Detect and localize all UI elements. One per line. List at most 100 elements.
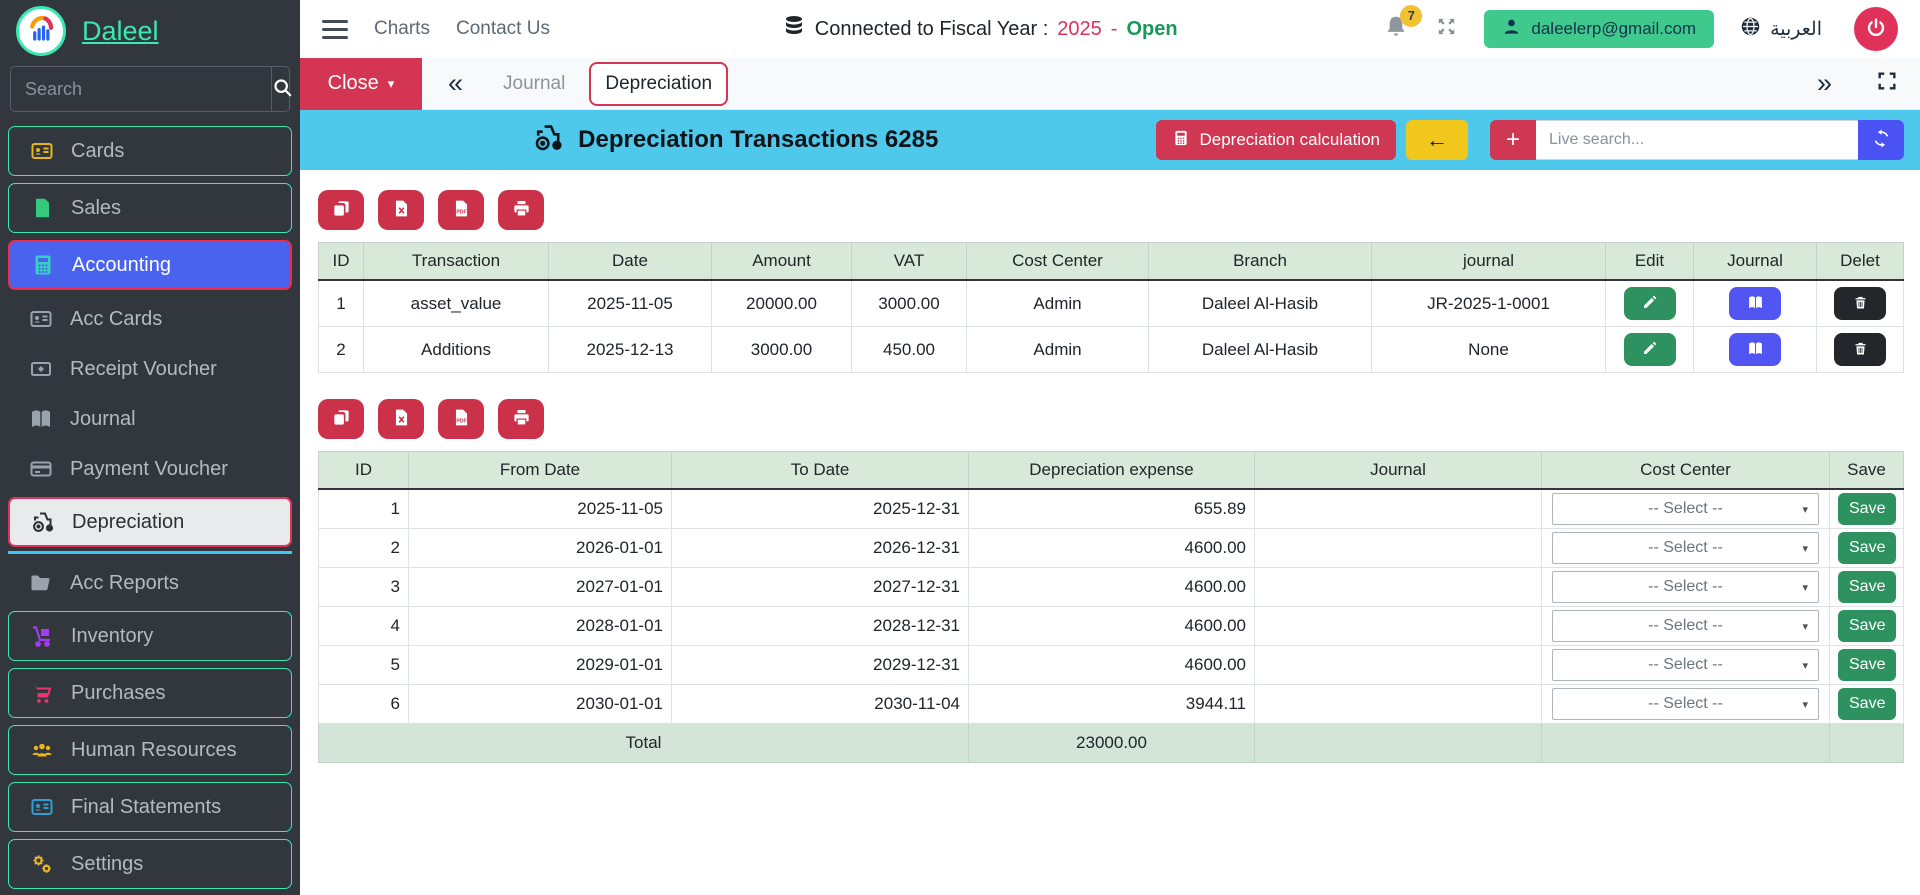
users-icon bbox=[29, 737, 55, 763]
sidebar-item-final-statements[interactable]: Final Statements bbox=[8, 782, 292, 832]
cell-from-date: 2025-11-05 bbox=[408, 488, 672, 529]
cell-id: 6 bbox=[318, 684, 409, 724]
sidebar-item-label: Acc Reports bbox=[70, 571, 179, 594]
caret-down-icon: ▾ bbox=[1802, 659, 1808, 672]
cell-expense: 4600.00 bbox=[968, 528, 1255, 568]
cost-center-select[interactable]: -- Select -- ▾ bbox=[1552, 532, 1819, 564]
excel-export-button[interactable] bbox=[378, 190, 424, 230]
sidebar-item-label: Receipt Voucher bbox=[70, 357, 217, 380]
edit-button[interactable] bbox=[1623, 287, 1676, 320]
journal-button[interactable] bbox=[1729, 287, 1781, 320]
caret-down-icon: ▾ bbox=[1802, 542, 1808, 555]
sidebar-item-label: Cards bbox=[71, 139, 125, 162]
expand-arrows-icon[interactable] bbox=[1435, 15, 1458, 43]
sidebar-item-sales[interactable]: $ Sales bbox=[8, 183, 292, 233]
pdf-export-button[interactable]: PDF bbox=[438, 399, 484, 439]
cell-transaction: asset_value bbox=[363, 279, 549, 327]
sidebar-search-input[interactable] bbox=[11, 67, 271, 111]
power-icon bbox=[1865, 17, 1887, 42]
sidebar-item-label: Purchases bbox=[71, 681, 166, 704]
globe-icon bbox=[1740, 16, 1761, 43]
refresh-icon bbox=[1872, 129, 1891, 151]
pencil-icon bbox=[1642, 340, 1658, 359]
cost-center-select[interactable]: -- Select -- ▾ bbox=[1552, 688, 1819, 720]
column-header: Amount bbox=[711, 242, 852, 281]
printer-icon bbox=[512, 199, 531, 221]
caret-down-icon: ▾ bbox=[1802, 503, 1808, 516]
chevron-double-right-icon[interactable]: » bbox=[1817, 70, 1832, 97]
tab-journal[interactable]: Journal bbox=[489, 64, 579, 104]
save-button[interactable]: Save bbox=[1838, 688, 1897, 720]
back-button[interactable]: ← bbox=[1406, 120, 1468, 160]
tab-depreciation[interactable]: Depreciation bbox=[589, 61, 729, 106]
close-dropdown-button[interactable]: Close ▾ bbox=[300, 57, 422, 110]
copy-button[interactable] bbox=[318, 190, 364, 230]
save-button[interactable]: Save bbox=[1838, 493, 1897, 525]
nav-link-contact-us[interactable]: Contact Us bbox=[456, 18, 550, 40]
add-button[interactable]: + bbox=[1490, 120, 1536, 160]
depreciation-calculation-button[interactable]: Depreciation calculation bbox=[1155, 120, 1396, 160]
cell-expense: 4600.00 bbox=[968, 606, 1255, 646]
hamburger-menu-icon[interactable] bbox=[322, 19, 348, 39]
logout-button[interactable] bbox=[1854, 7, 1898, 51]
cost-center-select[interactable]: -- Select -- ▾ bbox=[1552, 610, 1819, 642]
select-placeholder: -- Select -- bbox=[1648, 656, 1723, 673]
bell-icon bbox=[1383, 16, 1409, 44]
save-button[interactable]: Save bbox=[1838, 571, 1897, 603]
sidebar-search-button[interactable] bbox=[271, 67, 294, 111]
cost-center-select[interactable]: -- Select -- ▾ bbox=[1552, 571, 1819, 603]
plus-icon: + bbox=[1505, 126, 1520, 153]
journal-button[interactable] bbox=[1729, 333, 1781, 366]
sidebar-item-inventory[interactable]: Inventory bbox=[8, 611, 292, 661]
cell-journal: None bbox=[1371, 326, 1606, 373]
app-logo[interactable] bbox=[16, 6, 66, 56]
cell-vat: 450.00 bbox=[851, 326, 967, 373]
column-header: To Date bbox=[671, 451, 969, 490]
sidebar-item-payment-voucher[interactable]: Payment Voucher bbox=[8, 447, 292, 491]
sidebar-item-receipt-voucher[interactable]: Receipt Voucher bbox=[8, 347, 292, 391]
language-switcher[interactable]: العربية bbox=[1740, 16, 1822, 43]
brand-link[interactable]: Daleel bbox=[82, 16, 159, 47]
nav-link-charts[interactable]: Charts bbox=[374, 18, 430, 40]
sidebar-item-depreciation[interactable]: Depreciation bbox=[8, 497, 292, 547]
copy-button[interactable] bbox=[318, 399, 364, 439]
delete-button[interactable] bbox=[1834, 333, 1886, 366]
cost-center-select[interactable]: -- Select -- ▾ bbox=[1552, 493, 1819, 525]
sidebar-item-accounting[interactable]: Accounting bbox=[8, 240, 292, 290]
save-button[interactable]: Save bbox=[1838, 532, 1897, 564]
svg-text:$: $ bbox=[39, 203, 45, 215]
column-header: Edit bbox=[1605, 242, 1694, 281]
excel-export-button[interactable] bbox=[378, 399, 424, 439]
chevron-double-left-icon[interactable]: « bbox=[448, 70, 463, 97]
delete-button[interactable] bbox=[1834, 287, 1886, 320]
account-button[interactable]: daleelerp@gmail.com bbox=[1484, 10, 1715, 48]
sidebar-item-cards[interactable]: Cards bbox=[8, 126, 292, 176]
id-card-icon bbox=[28, 306, 54, 332]
page-header-actions: Depreciation calculation ← + bbox=[1155, 120, 1904, 160]
cost-center-select[interactable]: -- Select -- ▾ bbox=[1552, 649, 1819, 681]
sidebar-item-settings[interactable]: Settings bbox=[8, 839, 292, 889]
save-button[interactable]: Save bbox=[1838, 649, 1897, 681]
copy-icon bbox=[332, 408, 351, 430]
table-row: 1 2025-11-05 2025-12-31 655.89 -- Select… bbox=[318, 488, 1904, 529]
cell-cost-center: Admin bbox=[966, 326, 1149, 373]
edit-button[interactable] bbox=[1623, 333, 1676, 366]
notifications-button[interactable]: 7 bbox=[1383, 4, 1423, 45]
pdf-export-button[interactable]: PDF bbox=[438, 190, 484, 230]
refresh-button[interactable] bbox=[1858, 120, 1904, 160]
print-button[interactable] bbox=[498, 190, 544, 230]
sidebar-item-journal[interactable]: Journal bbox=[8, 397, 292, 441]
fullscreen-icon[interactable] bbox=[1876, 70, 1898, 97]
select-placeholder: -- Select -- bbox=[1648, 695, 1723, 712]
sidebar-item-human-resources[interactable]: Human Resources bbox=[8, 725, 292, 775]
cell-expense: 655.89 bbox=[968, 488, 1255, 529]
save-button[interactable]: Save bbox=[1838, 610, 1897, 642]
sidebar-item-acc-reports[interactable]: Acc Reports bbox=[8, 561, 292, 605]
print-button[interactable] bbox=[498, 399, 544, 439]
table-row: 2 Additions 2025-12-13 3000.00 450.00 Ad… bbox=[318, 326, 1904, 373]
sidebar-item-purchases[interactable]: Purchases bbox=[8, 668, 292, 718]
sidebar-item-acc-cards[interactable]: Acc Cards bbox=[8, 297, 292, 341]
live-search-input[interactable] bbox=[1536, 120, 1858, 160]
total-value: 23000.00 bbox=[968, 723, 1255, 763]
cell-journal bbox=[1254, 567, 1542, 607]
